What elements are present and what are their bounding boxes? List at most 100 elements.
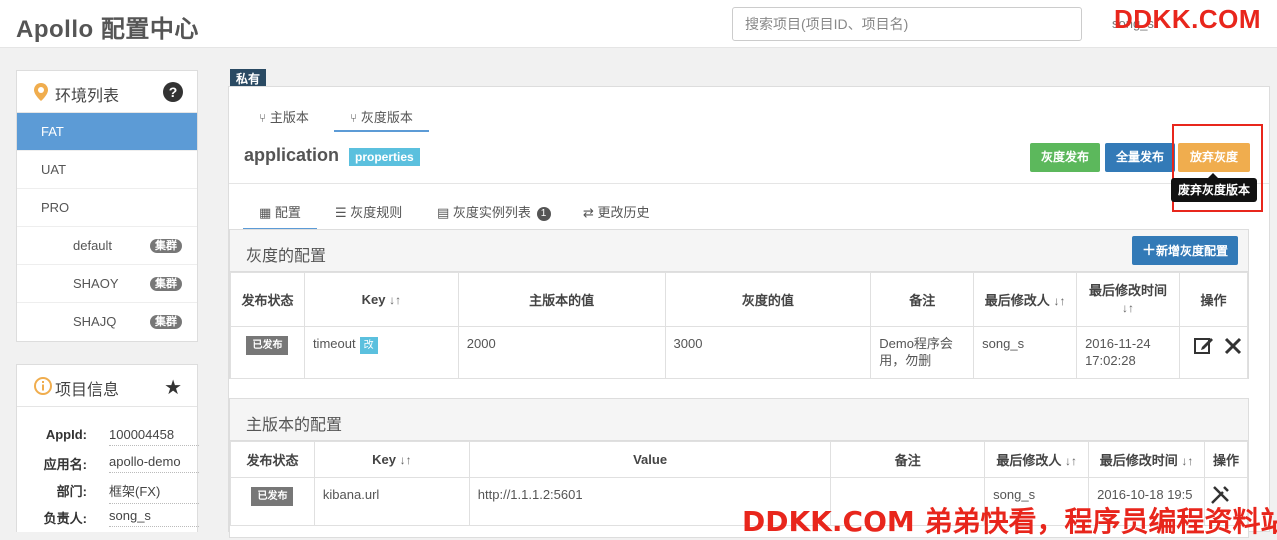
table-row: 已发布 timeout 改 2000 3000 Demo程序会用，勿删 song_…	[230, 326, 1248, 379]
col-time-label: 最后修改时间	[1099, 453, 1178, 468]
status-cell: 已发布	[230, 477, 315, 526]
tab-label: 灰度版本	[360, 110, 413, 125]
cluster-label: SHAJQ	[73, 314, 117, 329]
time-cell: 2016-11-24 17:02:28	[1076, 326, 1181, 379]
sort-icon: ↓↑	[389, 293, 402, 307]
env-label: PRO	[41, 200, 70, 215]
watermark-top: DDKK.COM	[1114, 4, 1261, 34]
col-value: Value	[468, 441, 832, 478]
gray-config-title: 灰度的配置	[246, 248, 327, 265]
cluster-label: default	[73, 238, 113, 253]
edit-icon[interactable]	[1194, 335, 1214, 359]
grid-icon: ▤	[437, 205, 450, 220]
add-gray-config-label: 新增灰度配置	[1155, 244, 1228, 258]
gray-config-table: 发布状态 Key ↓↑ 主版本的值 灰度的值 备注 最后修改人 ↓↑ 最后修改时…	[230, 272, 1248, 379]
project-info-header: 项目信息 ★	[17, 365, 197, 407]
col-comment: 备注	[870, 272, 975, 327]
tab-gray-version[interactable]: ⑂ 灰度版本	[334, 103, 429, 132]
status-badge: 已发布	[246, 336, 289, 355]
cluster-item-default[interactable]: default 集群	[17, 227, 197, 265]
cluster-label: SHAOY	[73, 276, 119, 291]
exchange-icon: ⇄	[583, 205, 594, 220]
col-modified-time[interactable]: 最后修改时间 ↓↑	[1076, 272, 1181, 327]
col-actions: 操作	[1179, 272, 1248, 327]
delete-icon[interactable]	[1224, 337, 1242, 359]
cluster-item-shaoy[interactable]: SHAOY 集群	[17, 265, 197, 303]
namespace-format-badge: properties	[349, 148, 420, 166]
col-key[interactable]: Key ↓↑	[313, 441, 470, 478]
location-pin-icon	[34, 83, 48, 106]
col-modifier-label: 最后修改人	[984, 293, 1050, 308]
col-actions: 操作	[1203, 441, 1249, 478]
app-title[interactable]: Apollo 配置中心	[16, 9, 199, 44]
subtab-gray-rules[interactable]: ☰ 灰度规则	[335, 200, 402, 230]
environment-panel-title: 环境列表	[55, 88, 120, 105]
actions-cell	[1179, 326, 1248, 379]
env-item-fat[interactable]: FAT	[17, 113, 197, 151]
col-modifier-label: 最后修改人	[996, 453, 1062, 468]
col-key-label: Key	[361, 292, 386, 307]
gray-release-button[interactable]: 灰度发布	[1030, 143, 1100, 172]
subtab-history[interactable]: ⇄ 更改历史	[583, 200, 650, 230]
appid-value: 100004458	[109, 427, 199, 446]
appname-value: apollo-demo	[109, 454, 199, 473]
env-label: FAT	[41, 124, 64, 139]
key-cell: kibana.url	[313, 477, 470, 526]
watermark-bottom: DDKK.COM 弟弟快看，程序员编程资料站	[742, 505, 1277, 538]
appid-label: AppId:	[45, 427, 87, 442]
abandon-tooltip: 废弃灰度版本	[1171, 173, 1257, 202]
col-modifier[interactable]: 最后修改人 ↓↑	[973, 272, 1078, 327]
col-modifier[interactable]: 最后修改人 ↓↑	[984, 441, 1090, 478]
col-key[interactable]: Key ↓↑	[303, 272, 459, 327]
plus-icon: ＋	[1141, 242, 1156, 258]
environment-panel: 环境列表 ? FAT UAT PRO default 集群 SHAOY 集群 S…	[16, 70, 198, 342]
add-gray-config-button[interactable]: ＋新增灰度配置	[1131, 236, 1238, 265]
col-status: 发布状态	[230, 441, 315, 478]
sort-icon: ↓↑	[1122, 301, 1135, 315]
table-icon: ▦	[259, 205, 272, 220]
tab-label: 主版本	[269, 110, 309, 125]
gray-config-section: 灰度的配置 ＋新增灰度配置 发布状态 Key ↓↑ 主版本的值 灰度的值 备注 …	[229, 229, 1249, 379]
status-badge: 已发布	[251, 487, 294, 506]
owner-label: 负责人:	[43, 511, 87, 526]
master-config-header: 主版本的配置	[230, 399, 1248, 441]
col-time-label: 最后修改时间	[1089, 283, 1168, 298]
project-info-panel: 项目信息 ★ AppId: 100004458 应用名: apollo-demo…	[16, 364, 199, 532]
subtab-gray-instances[interactable]: ▤ 灰度实例列表 1	[437, 200, 551, 230]
env-item-pro[interactable]: PRO	[17, 189, 197, 227]
env-label: UAT	[41, 162, 67, 177]
tab-master-version[interactable]: ⑂ 主版本	[259, 103, 309, 132]
comment-cell: Demo程序会用，勿删	[870, 326, 975, 379]
gray-config-header: 灰度的配置 ＋新增灰度配置	[230, 230, 1248, 272]
cluster-badge: 集群	[150, 277, 182, 291]
col-modified-time[interactable]: 最后修改时间 ↓↑	[1088, 441, 1205, 478]
search-input[interactable]	[732, 7, 1082, 41]
subtab-config[interactable]: ▦ 配置	[243, 200, 317, 230]
top-navbar: Apollo 配置中心 song_s	[0, 0, 1277, 48]
col-master-value: 主版本的值	[457, 272, 666, 327]
col-gray-value: 灰度的值	[664, 272, 872, 327]
env-item-uat[interactable]: UAT	[17, 151, 197, 189]
col-key-label: Key	[372, 452, 396, 467]
department-value: 框架(FX)	[109, 481, 199, 504]
col-comment: 备注	[830, 441, 986, 478]
table-header-row: 发布状态 Key ↓↑ Value 备注 最后修改人 ↓↑ 最后修改时间 ↓↑ …	[230, 441, 1249, 478]
help-icon[interactable]: ?	[163, 82, 183, 102]
star-icon[interactable]: ★	[164, 375, 182, 400]
branch-icon: ⑂	[350, 111, 358, 125]
col-status: 发布状态	[230, 272, 305, 327]
project-info-title: 项目信息	[55, 382, 120, 399]
appname-label: 应用名:	[43, 457, 87, 472]
key-text: timeout	[312, 336, 356, 351]
instance-count-badge: 1	[536, 207, 551, 221]
subtab-label: 灰度实例列表	[452, 205, 531, 220]
master-config-title: 主版本的配置	[246, 417, 343, 434]
master-value-cell: 2000	[457, 326, 666, 379]
full-release-button[interactable]: 全量发布	[1105, 143, 1175, 172]
modifier-cell: song_s	[973, 326, 1078, 379]
sort-icon: ↓↑	[1064, 454, 1077, 468]
cluster-item-shajq[interactable]: SHAJQ 集群	[17, 303, 197, 341]
department-label: 部门:	[56, 484, 87, 499]
cluster-badge: 集群	[150, 239, 182, 253]
divider	[229, 183, 1269, 184]
